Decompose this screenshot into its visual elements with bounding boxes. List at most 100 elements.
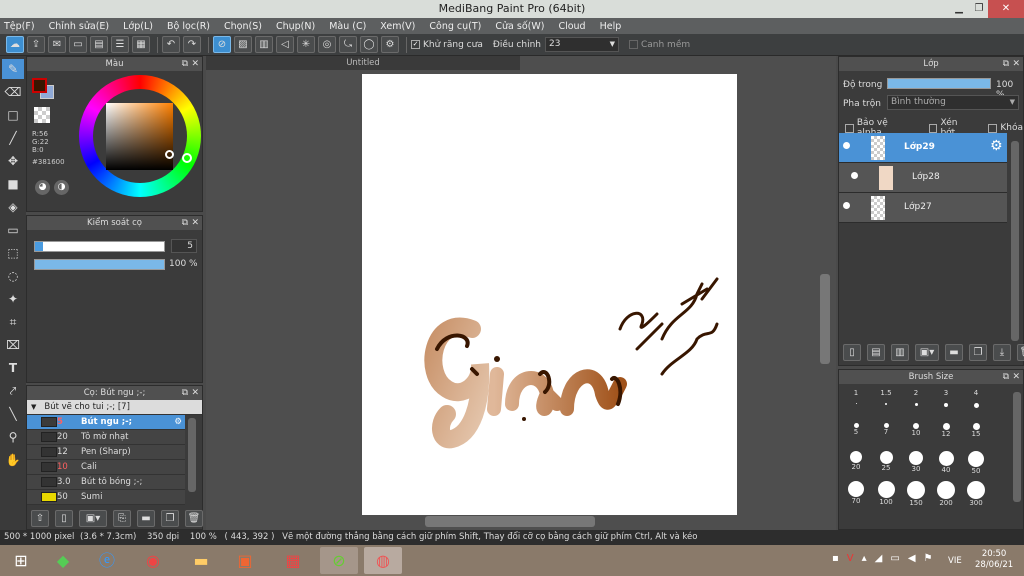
language-indicator[interactable]: VIE	[948, 556, 962, 566]
popout-icon[interactable]: ⧉	[182, 386, 188, 400]
brush-tool-icon[interactable]: ✎	[2, 59, 24, 79]
close-icon[interactable]: ✕	[1012, 57, 1020, 71]
brush-size-option[interactable]: 100	[872, 479, 900, 507]
brush-item[interactable]: 10 Cali	[27, 460, 185, 475]
visibility-icon[interactable]	[851, 172, 858, 179]
folder-icon[interactable]: ▬	[945, 344, 963, 361]
add-layer-menu-icon[interactable]: ▣▾	[915, 344, 939, 361]
eraser-tool-icon[interactable]: ⌫	[2, 82, 24, 102]
text-tool-icon[interactable]: T	[2, 358, 24, 378]
brush-item[interactable]: 5 Bút ngu ;-; ⚙	[27, 415, 185, 430]
trash-icon[interactable]: 🗑	[185, 510, 203, 527]
vertical-scrollbar[interactable]	[820, 274, 830, 364]
internet-explorer-icon[interactable]: ⓔ	[88, 547, 126, 574]
add-brush-menu-icon[interactable]: ▣▾	[79, 510, 107, 527]
palette-icon[interactable]: ◕	[35, 180, 50, 195]
copy-icon[interactable]: ❐	[161, 510, 179, 527]
menu-filter[interactable]: Bộ lọc(R)	[167, 21, 210, 32]
move-tool-icon[interactable]: ✥	[2, 151, 24, 171]
eyedropper-tool-icon[interactable]: ⚲	[2, 427, 24, 447]
gradient-tool-icon[interactable]: ▭	[2, 220, 24, 240]
circle-snap-icon[interactable]: ◎	[318, 36, 336, 53]
duplicate-brush-icon[interactable]: ⎘	[113, 510, 131, 527]
transparent-swatch[interactable]	[34, 107, 50, 123]
close-icon[interactable]: ✕	[1012, 370, 1020, 384]
close-button[interactable]: ✕	[988, 0, 1024, 18]
undo-icon[interactable]: ↶	[162, 36, 180, 53]
brush-size-option[interactable]: 30	[902, 449, 930, 477]
brush-size-box[interactable]: 5	[171, 239, 197, 253]
menu-window[interactable]: Cửa số(W)	[495, 21, 544, 32]
antivirus-icon[interactable]: V	[847, 553, 854, 564]
foreground-color-swatch[interactable]	[32, 78, 47, 93]
protect-alpha-checkbox[interactable]	[845, 123, 854, 133]
close-icon[interactable]: ✕	[191, 386, 199, 400]
cloud-icon[interactable]: ☁	[6, 36, 24, 53]
brush-size-option[interactable]: 7	[872, 419, 900, 447]
add-brush-icon[interactable]: ▯	[55, 510, 73, 527]
layer-row[interactable]: Lớp29 ⚙	[839, 133, 1007, 163]
hue-handle[interactable]	[182, 153, 192, 163]
brush-size-option[interactable]: 150	[902, 479, 930, 507]
horizontal-scrollbar[interactable]	[425, 516, 595, 527]
menu-select[interactable]: Chọn(S)	[224, 21, 262, 32]
brush-opacity-slider[interactable]	[34, 259, 165, 270]
brush-size-scrollbar[interactable]	[1013, 392, 1021, 502]
brush-size-option[interactable]: 70	[842, 479, 870, 507]
select-pen-tool-icon[interactable]: ⌗	[2, 312, 24, 332]
layer-row[interactable]: Lớp28	[839, 163, 1007, 193]
file-explorer-icon[interactable]: ▬	[182, 547, 220, 574]
clipping-checkbox[interactable]	[928, 123, 938, 133]
volume-icon[interactable]: ◀	[908, 553, 916, 564]
parallel-snap-icon[interactable]: ▨	[234, 36, 252, 53]
menu-help[interactable]: Help	[600, 21, 622, 32]
hand-tool-icon[interactable]: ✋	[2, 450, 24, 470]
new-8bit-layer-icon[interactable]: ▥	[891, 344, 909, 361]
layer-list-scrollbar[interactable]	[1011, 141, 1019, 341]
popout-icon[interactable]: ⧉	[1003, 57, 1009, 71]
brush-size-option[interactable]: 50	[962, 449, 990, 477]
dot-tool-icon[interactable]: □	[2, 105, 24, 125]
canvas-tab[interactable]: Untitled	[206, 56, 520, 70]
brush-list-scrollbar[interactable]	[188, 418, 196, 492]
network-icon[interactable]: ◢	[875, 553, 883, 564]
select-tool-icon[interactable]: ⬚	[2, 243, 24, 263]
brush-size-option[interactable]: 20	[842, 449, 870, 477]
flag-icon[interactable]: ⚑	[924, 553, 933, 564]
brush-settings-icon[interactable]: ⚙	[174, 417, 182, 427]
divide-tool-icon[interactable]: ╲	[2, 404, 24, 424]
bluestacks-icon[interactable]: ◆	[44, 547, 82, 574]
cross-snap-icon[interactable]: ▥	[255, 36, 273, 53]
comment-icon[interactable]: ✉	[48, 36, 66, 53]
grid-icon[interactable]: ▦	[132, 36, 150, 53]
no-snap-icon[interactable]: ⊘	[213, 36, 231, 53]
close-icon[interactable]: ✕	[191, 57, 199, 71]
redo-icon[interactable]: ↷	[183, 36, 201, 53]
menu-view[interactable]: Xem(V)	[380, 21, 415, 32]
medibang-icon[interactable]: ⊘	[320, 547, 358, 574]
menu-edit[interactable]: Chỉnh sửa(E)	[49, 21, 110, 32]
brush-size-option[interactable]: 5	[842, 419, 870, 447]
office-icon[interactable]: ▣	[226, 547, 264, 574]
visibility-icon[interactable]	[843, 142, 850, 149]
new-layer-icon[interactable]: ▯	[843, 344, 861, 361]
vanishing-snap-icon[interactable]: ◁	[276, 36, 294, 53]
brush-size-option[interactable]: 2	[902, 389, 930, 417]
tray-chevron-icon[interactable]: ▴	[862, 553, 867, 564]
radial-snap-icon[interactable]: ✳	[297, 36, 315, 53]
brush-size-slider[interactable]	[34, 241, 165, 252]
brush-item[interactable]: 20 Tô mờ nhạt	[27, 430, 185, 445]
antialias-checkbox[interactable]: ✓	[411, 40, 420, 49]
drawing-canvas[interactable]	[362, 74, 737, 515]
brush-item[interactable]: 50 Sumi	[27, 490, 185, 505]
brush-size-option[interactable]: 10	[902, 419, 930, 447]
chat-icon[interactable]: ▭	[69, 36, 87, 53]
cloud-brush-icon[interactable]: ⇧	[31, 510, 49, 527]
clock[interactable]: 20:50 28/06/21	[975, 549, 1013, 571]
layer-opacity-slider[interactable]	[887, 78, 991, 89]
saturation-value-square[interactable]	[106, 103, 173, 170]
brush-size-option[interactable]: 15	[962, 419, 990, 447]
new-halftone-layer-icon[interactable]: ▤	[867, 344, 885, 361]
menu-cloud[interactable]: Cloud	[558, 21, 585, 32]
upload-icon[interactable]: ⇪	[27, 36, 45, 53]
